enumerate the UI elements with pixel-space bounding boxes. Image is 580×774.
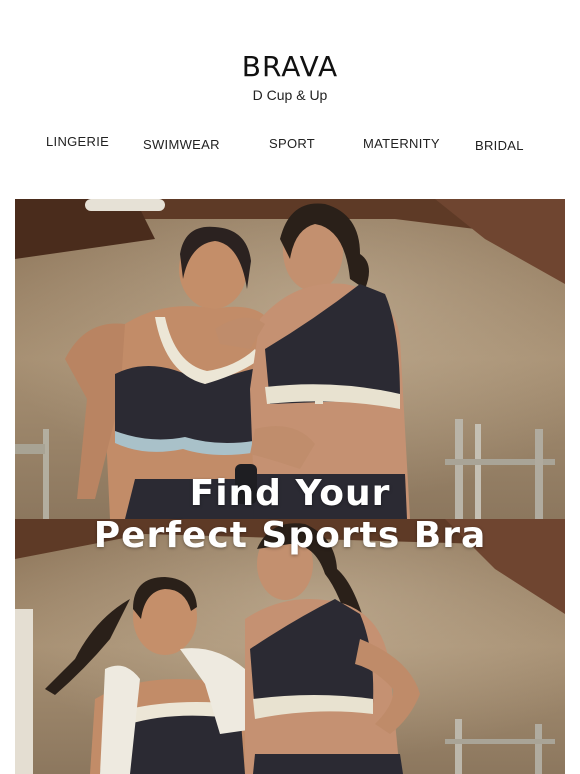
nav-item-maternity[interactable]: MATERNITY bbox=[363, 136, 440, 151]
top-photo bbox=[15, 199, 565, 519]
nav-item-bridal[interactable]: BRIDAL bbox=[475, 138, 524, 153]
hero-headline-line2: Perfect Sports Bra bbox=[93, 515, 487, 556]
bottom-photo bbox=[15, 519, 565, 774]
nav-item-lingerie[interactable]: LINGERIE bbox=[46, 134, 109, 149]
brand-header: BRAVA D Cup & Up bbox=[0, 50, 580, 103]
hero-headline-line1: Find Your bbox=[189, 473, 391, 514]
hero-headline: Find Your Perfect Sports Bra bbox=[15, 473, 565, 557]
brand-tagline: D Cup & Up bbox=[252, 87, 328, 103]
nav-item-swimwear[interactable]: SWIMWEAR bbox=[143, 137, 220, 152]
brava-logo[interactable]: BRAVA bbox=[0, 50, 580, 83]
nav-item-sport[interactable]: SPORT bbox=[269, 136, 315, 151]
category-nav: LINGERIE SWIMWEAR SPORT MATERNITY BRIDAL bbox=[0, 134, 580, 154]
hero-banner[interactable]: Find Your Perfect Sports Bra bbox=[15, 199, 565, 774]
